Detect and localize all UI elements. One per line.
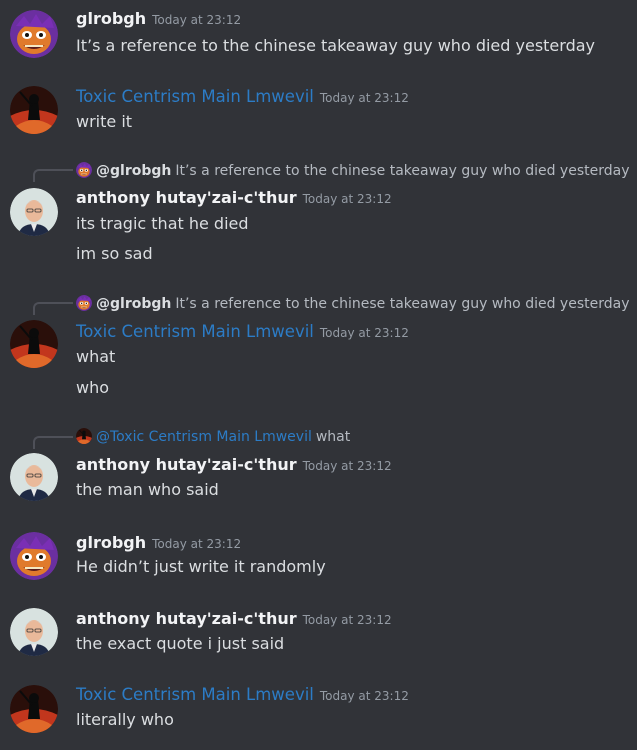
timestamp: Today at 23:12 (152, 13, 242, 27)
reply-preview[interactable]: @Toxic Centrism Main Lmwevil what (76, 428, 350, 446)
author-name[interactable]: anthony hutay'zai-c'thur (76, 188, 297, 207)
timestamp: Today at 23:12 (152, 537, 242, 551)
author-name[interactable]: glrobgh (76, 9, 146, 28)
avatar-glrobgh[interactable] (10, 10, 58, 58)
chat-message-list: glrobgh Today at 23:12 It’s a reference t… (0, 0, 637, 750)
reply-text: It’s a reference to the chinese takeaway… (175, 163, 630, 179)
reply-author[interactable]: @glrobgh (96, 163, 171, 179)
message-text: write it (76, 112, 133, 131)
reply-spine (33, 169, 73, 182)
reply-spine (33, 436, 73, 449)
message-text: He didn’t just write it randomly (76, 557, 326, 576)
reply-avatar-glrobgh (76, 295, 92, 311)
author-name[interactable]: Toxic Centrism Main Lmwevil (76, 322, 314, 341)
reply-author[interactable]: @glrobgh (96, 296, 171, 312)
author-name[interactable]: anthony hutay'zai-c'thur (76, 455, 297, 474)
reply-text: what (315, 429, 351, 445)
message-text: what (76, 347, 116, 366)
reply-avatar-toxic-centrism (76, 428, 92, 444)
timestamp: Today at 23:12 (302, 613, 392, 627)
message-text: who (76, 378, 110, 397)
avatar-anthony[interactable] (10, 188, 58, 236)
reply-preview[interactable]: @glrobgh It’s a reference to the chinese … (76, 295, 629, 313)
timestamp: Today at 23:12 (302, 192, 392, 206)
reply-avatar-glrobgh (76, 162, 92, 178)
avatar-toxic-centrism[interactable] (10, 86, 58, 134)
message-text: It’s a reference to the chinese takeaway… (76, 36, 595, 55)
reply-author[interactable]: @Toxic Centrism Main Lmwevil (96, 429, 312, 445)
author-name[interactable]: glrobgh (76, 533, 146, 552)
reply-preview[interactable]: @glrobgh It’s a reference to the chinese … (76, 162, 629, 180)
avatar-anthony[interactable] (10, 453, 58, 501)
message-text: im so sad (76, 244, 153, 263)
reply-text: It’s a reference to the chinese takeaway… (175, 296, 630, 312)
author-name[interactable]: Toxic Centrism Main Lmwevil (76, 87, 314, 106)
author-name[interactable]: anthony hutay'zai-c'thur (76, 609, 297, 628)
avatar-anthony[interactable] (10, 608, 58, 656)
message-text: the man who said (76, 480, 219, 499)
message-text: the exact quote i just said (76, 634, 285, 653)
message-text: its tragic that he died (76, 214, 249, 233)
reply-spine (33, 302, 73, 315)
avatar-toxic-centrism[interactable] (10, 685, 58, 733)
timestamp: Today at 23:12 (319, 326, 409, 340)
author-name[interactable]: Toxic Centrism Main Lmwevil (76, 685, 314, 704)
avatar-toxic-centrism[interactable] (10, 320, 58, 368)
timestamp: Today at 23:12 (319, 689, 409, 703)
avatar-glrobgh[interactable] (10, 532, 58, 580)
timestamp: Today at 23:12 (319, 91, 409, 105)
message-text: literally who (76, 710, 174, 729)
timestamp: Today at 23:12 (302, 459, 392, 473)
